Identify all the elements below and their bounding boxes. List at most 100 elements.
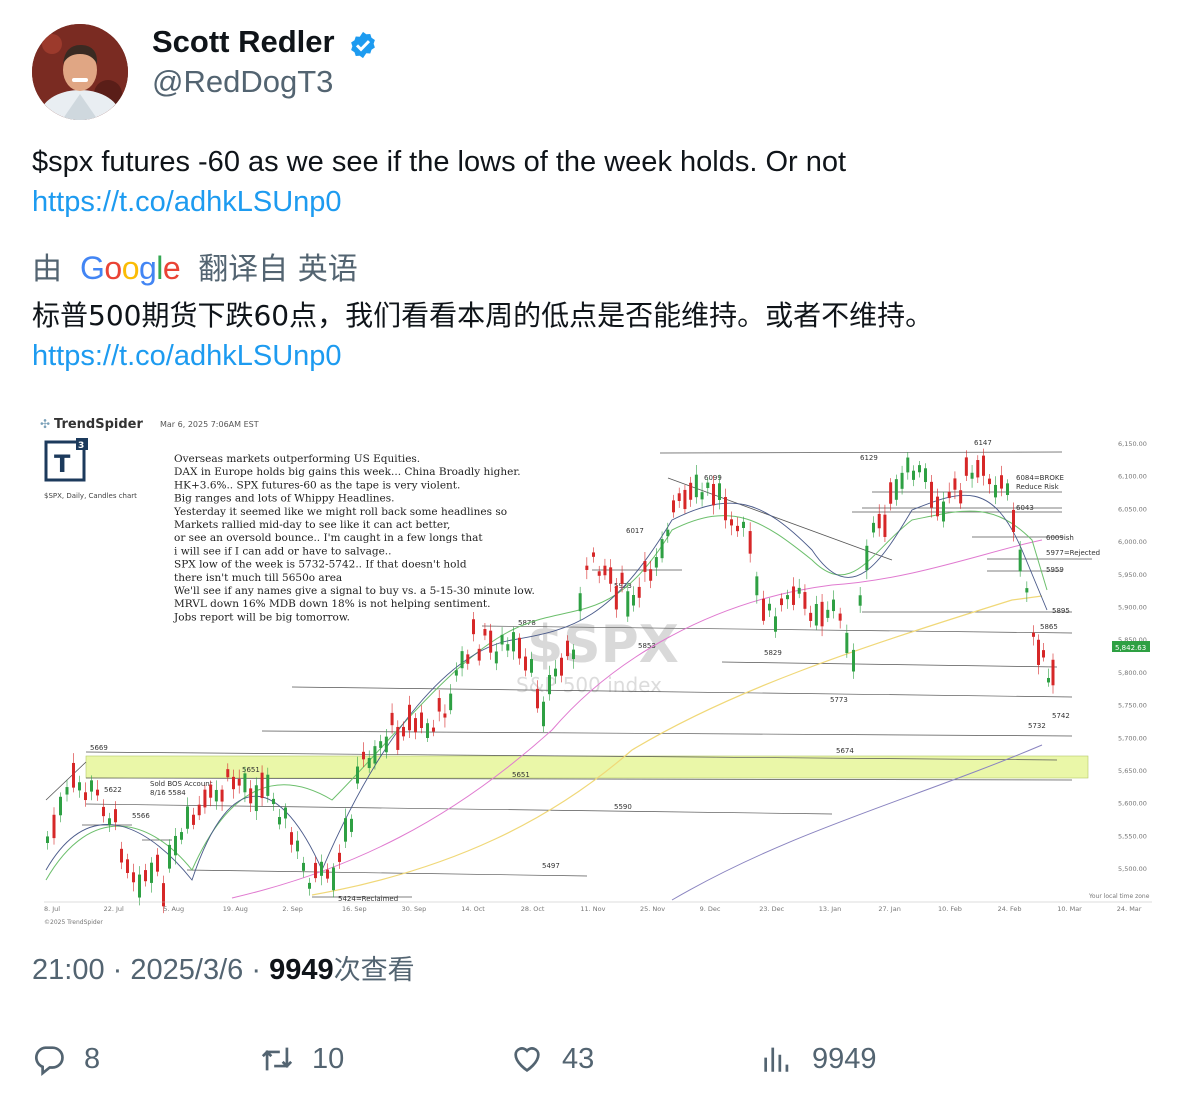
- date-tick-label: 28. Oct: [521, 905, 545, 913]
- avatar[interactable]: [32, 24, 128, 120]
- candle: [52, 814, 56, 839]
- tweet-time[interactable]: 21:00: [32, 954, 105, 986]
- candle: [162, 883, 165, 907]
- chart-note-line: DAX in Europe holds big gains this week.…: [174, 466, 521, 478]
- candle: [814, 604, 818, 626]
- author-handle[interactable]: @RedDogT3: [152, 64, 333, 100]
- level-label: 5651: [512, 771, 530, 779]
- like-button[interactable]: 43: [510, 1034, 594, 1084]
- candle: [232, 776, 235, 790]
- candle: [373, 746, 377, 764]
- candle: [872, 522, 875, 533]
- candle: [367, 757, 371, 769]
- chart-image[interactable]: ✣ TrendSpider Mar 6, 2025 7:06AM EST T 3…: [32, 400, 1164, 940]
- author-name[interactable]: Scott Redler: [152, 22, 335, 62]
- candle: [506, 644, 510, 651]
- candle: [1006, 483, 1009, 496]
- candle: [566, 640, 569, 657]
- sold-note: Sold BOS Account: [150, 780, 213, 788]
- candle: [243, 773, 247, 793]
- candle: [609, 567, 613, 584]
- price-tick-label: 5,500.00: [1118, 865, 1147, 873]
- date-tick-label: 22. Jul: [104, 905, 124, 913]
- reply-count: 8: [84, 1042, 101, 1075]
- candle: [266, 774, 270, 796]
- chart-copyright: ©2025 TrendSpider: [44, 919, 103, 926]
- candle: [572, 649, 575, 660]
- candle: [632, 595, 635, 606]
- date-tick-label: 27. Jan: [878, 905, 900, 913]
- candle: [390, 712, 394, 726]
- views-button[interactable]: 9949: [760, 1034, 877, 1084]
- retweet-count: 10: [312, 1042, 345, 1075]
- retweet-button[interactable]: 10: [260, 1034, 344, 1084]
- candle: [865, 545, 869, 571]
- candle: [449, 693, 453, 711]
- like-count: 43: [562, 1042, 595, 1075]
- candle: [396, 726, 400, 750]
- candle: [108, 818, 111, 826]
- candle: [649, 569, 653, 581]
- candle: [90, 780, 93, 792]
- chart-note-line: Yesterday it seemed like we might roll b…: [173, 506, 507, 518]
- candle: [1037, 639, 1040, 665]
- level-label: 6043: [1016, 504, 1034, 512]
- candle: [768, 603, 771, 611]
- candle: [603, 565, 607, 576]
- candle: [918, 465, 921, 473]
- chart-symbol-desc: $SPX, Daily, Candles chart: [44, 492, 137, 500]
- candle: [826, 609, 830, 618]
- candle: [408, 704, 411, 731]
- candle: [512, 632, 515, 652]
- level-label: 5669: [90, 744, 108, 752]
- price-tick-label: 6,100.00: [1118, 473, 1147, 481]
- level-label: 5566: [132, 812, 150, 820]
- candle: [1047, 677, 1050, 683]
- candle: [677, 493, 681, 501]
- level-label: 6147: [974, 439, 992, 447]
- candle: [46, 836, 49, 843]
- candle: [906, 457, 910, 473]
- candle: [356, 766, 359, 784]
- price-tick-label: 5,550.00: [1118, 832, 1147, 840]
- candle: [942, 501, 945, 522]
- candle: [350, 818, 353, 832]
- translated-link[interactable]: https://t.co/adhkLSUnp0: [32, 336, 342, 376]
- tweet-link[interactable]: https://t.co/adhkLSUnp0: [32, 182, 342, 222]
- candle: [144, 870, 147, 882]
- candle: [84, 792, 87, 801]
- candle: [302, 862, 305, 871]
- date-tick-label: 30. Sep: [402, 905, 427, 913]
- chart-note-line: i will see if I can add or have to salva…: [174, 545, 391, 557]
- reply-icon: [34, 1046, 64, 1076]
- candle: [1025, 588, 1029, 593]
- current-price-label: 5,842.63: [1115, 644, 1146, 652]
- candle: [592, 552, 595, 557]
- candle: [284, 807, 287, 819]
- level-label: Reduce Risk: [1016, 483, 1060, 491]
- chart-note-line: Big ranges and lots of Whippy Headlines.: [174, 493, 395, 505]
- candle: [786, 595, 789, 600]
- candle: [894, 479, 898, 500]
- candle: [883, 514, 887, 537]
- trendspider-logo-icon: ✣: [40, 417, 50, 431]
- candle: [138, 874, 141, 898]
- tweet-date[interactable]: 2025/3/6: [130, 954, 243, 986]
- candle: [852, 649, 855, 672]
- level-label: 5959: [1046, 566, 1064, 574]
- date-tick-label: 24. Mar: [1117, 905, 1142, 913]
- candle: [260, 772, 264, 799]
- candle: [466, 654, 470, 664]
- candle: [838, 613, 842, 621]
- candle: [168, 844, 171, 869]
- t3-logo-icon: T 3: [44, 438, 88, 482]
- candle: [1042, 650, 1045, 658]
- candle: [1032, 632, 1035, 637]
- candle: [120, 848, 123, 863]
- candle: [420, 712, 423, 729]
- candle: [774, 616, 777, 632]
- candle: [626, 591, 630, 617]
- candle: [320, 861, 323, 876]
- reply-button[interactable]: 8: [32, 1034, 100, 1084]
- candle: [174, 835, 177, 856]
